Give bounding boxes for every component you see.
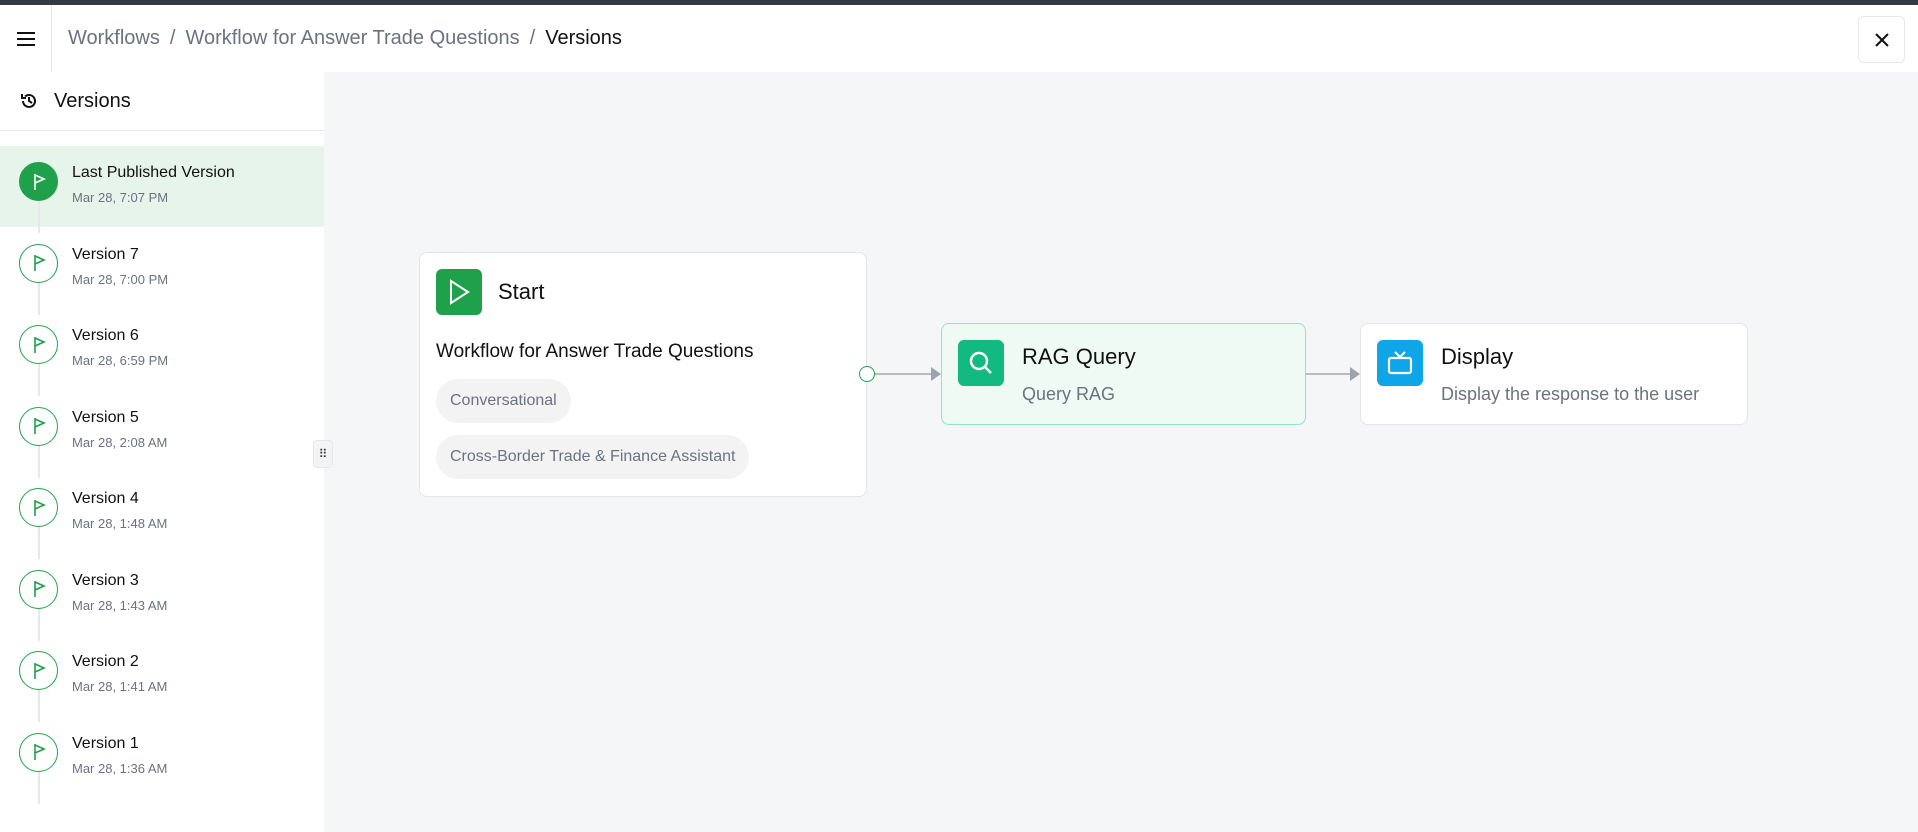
tag-chip: Conversational: [436, 379, 571, 423]
version-date: Mar 28, 1:43 AM: [72, 597, 168, 613]
version-name: Version 2: [72, 653, 139, 670]
rag-node-subtitle: Query RAG: [1022, 384, 1116, 404]
version-name: Version 6: [72, 327, 139, 344]
connector-rag-display: [1306, 373, 1351, 375]
version-date: Mar 28, 1:36 AM: [72, 760, 168, 776]
timeline-line: [38, 771, 40, 804]
timeline-line: [38, 201, 40, 233]
timeline-line: [38, 364, 40, 396]
menu-button[interactable]: [0, 5, 52, 72]
version-date: Mar 28, 1:48 AM: [72, 516, 168, 531]
version-item[interactable]: Version 4 Mar 28, 1:48 AM: [0, 472, 324, 559]
version-item[interactable]: Version 2 Mar 28, 1:41 AM: [0, 635, 324, 722]
flag-icon: [19, 325, 58, 364]
play-icon: [436, 269, 482, 315]
version-name: Version 3: [72, 571, 139, 589]
version-name: Version 4: [72, 490, 139, 507]
timeline-line: [38, 445, 40, 478]
rag-query-node[interactable]: RAG Query Query RAG: [941, 323, 1306, 425]
output-port[interactable]: [859, 366, 875, 382]
tv-icon: [1377, 340, 1423, 386]
history-icon: [21, 93, 36, 108]
search-icon: [958, 340, 1004, 386]
timeline-line: [38, 608, 40, 641]
flag-icon: [19, 569, 58, 609]
connector-start-rag: [872, 373, 932, 375]
arrow-icon: [931, 367, 941, 381]
version-item[interactable]: Version 7 Mar 28, 7:00 PM: [0, 228, 324, 315]
rag-node-title: RAG Query: [1022, 344, 1136, 369]
header: Workflows / Workflow for Answer Trade Qu…: [0, 5, 1918, 72]
sidebar-header: Versions: [0, 72, 324, 131]
version-name: Version 7: [72, 245, 139, 263]
display-node-title: Display: [1441, 344, 1514, 369]
breadcrumb-workflow[interactable]: Workflow for Answer Trade Questions: [185, 27, 519, 50]
start-node-title: Start: [498, 279, 545, 304]
version-date: Mar 28, 2:08 AM: [72, 434, 168, 450]
workflow-name: Workflow for Answer Trade Questions: [436, 341, 754, 362]
version-date: Mar 28, 6:59 PM: [72, 353, 169, 368]
version-date: Mar 28, 7:07 PM: [72, 190, 169, 205]
close-icon: [1874, 32, 1889, 47]
version-item[interactable]: Version 6 Mar 28, 6:59 PM: [0, 309, 324, 396]
version-name: Version 1: [72, 734, 139, 752]
version-date: Mar 28, 1:41 AM: [72, 679, 168, 694]
flag-icon: [19, 162, 58, 201]
flag-icon: [19, 488, 58, 527]
timeline-line: [38, 527, 40, 559]
timeline-line: [38, 282, 40, 315]
start-node[interactable]: Start Workflow for Answer Trade Question…: [419, 252, 875, 497]
breadcrumb-current: Versions: [545, 27, 622, 49]
breadcrumb-separator: /: [169, 27, 176, 49]
flag-icon: [19, 406, 58, 446]
version-item[interactable]: Version 3 Mar 28, 1:43 AM: [0, 554, 324, 641]
hamburger-icon: [16, 31, 35, 46]
version-item[interactable]: Version 5 Mar 28, 2:08 AM: [0, 391, 324, 478]
flag-icon: [19, 243, 58, 283]
version-name: Version 5: [72, 408, 139, 426]
version-item[interactable]: Version 1 Mar 28, 1:36 AM: [0, 717, 324, 804]
display-node-subtitle: Display the response to the user: [1441, 384, 1700, 404]
flag-icon: [19, 732, 58, 772]
resize-handle[interactable]: ⠿: [313, 440, 333, 468]
breadcrumb-separator: /: [529, 27, 536, 49]
versions-sidebar: Versions Last Published Version Mar 28, …: [0, 72, 324, 832]
flag-icon: [19, 651, 58, 690]
tag-chip: Cross-Border Trade & Finance Assistant: [436, 435, 750, 479]
timeline-line: [38, 690, 40, 722]
breadcrumb-workflows[interactable]: Workflows: [68, 27, 160, 50]
version-name: Last Published Version: [72, 164, 235, 181]
sidebar-title: Versions: [54, 89, 131, 112]
display-node[interactable]: Display Display the response to the user: [1360, 323, 1748, 425]
version-item[interactable]: Last Published Version Mar 28, 7:07 PM: [0, 146, 324, 233]
version-date: Mar 28, 7:00 PM: [72, 271, 169, 287]
close-button[interactable]: [1858, 16, 1905, 63]
arrow-icon: [1350, 367, 1360, 381]
